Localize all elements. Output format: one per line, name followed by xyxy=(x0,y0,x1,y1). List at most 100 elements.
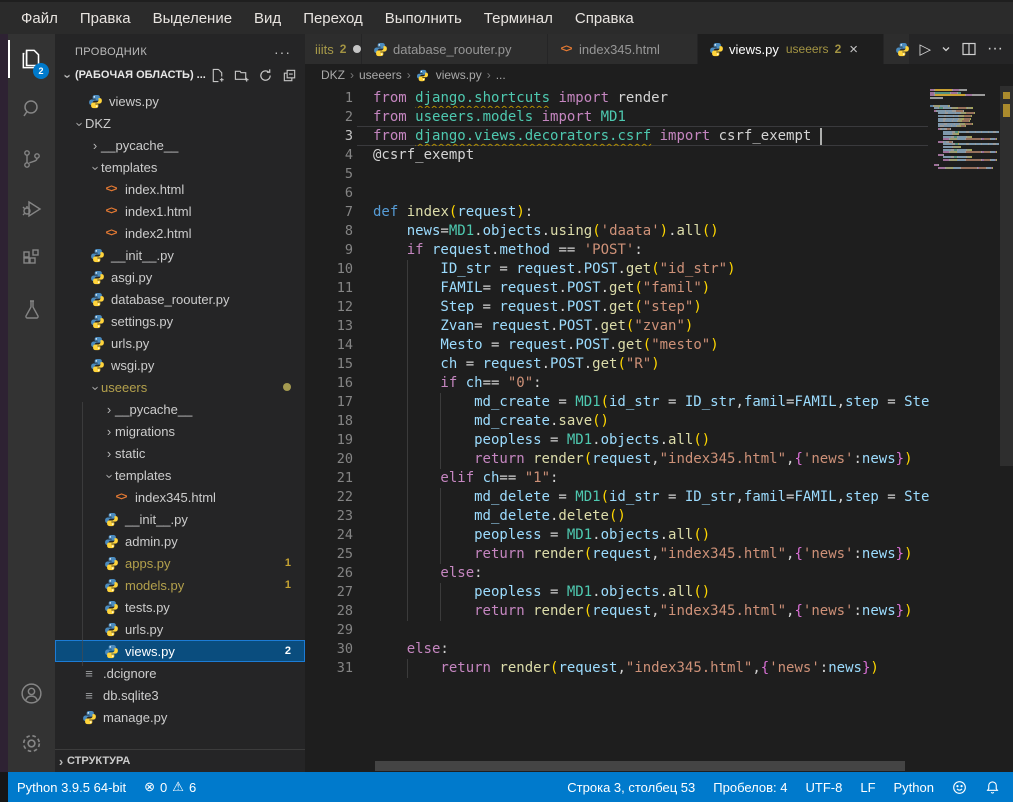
tree-item[interactable]: __init__.py xyxy=(55,244,305,266)
code-line[interactable]: 22 md_delete = MD1(id_str = ID_str,famil… xyxy=(305,488,930,507)
tree-item[interactable]: admin.py xyxy=(55,530,305,552)
code-line[interactable]: 5 xyxy=(305,165,930,184)
run-debug-icon[interactable] xyxy=(8,184,55,234)
tab-database_roouter.py[interactable]: database_roouter.py xyxy=(362,34,548,64)
sidebar-more-icon[interactable]: ··· xyxy=(274,44,291,60)
code-line[interactable]: 19 peopless = MD1.objects.all() xyxy=(305,431,930,450)
horizontal-scrollbar[interactable] xyxy=(375,761,905,771)
outline-section-header[interactable]: › СТРУКТУРА xyxy=(55,749,305,772)
problems-indicator[interactable]: ⊗ 0 ⚠ 6 xyxy=(135,779,205,795)
more-actions-icon[interactable]: ··· xyxy=(987,40,1003,58)
tab-views.py[interactable]: views.pyuseeers2× xyxy=(698,34,884,64)
settings-gear-icon[interactable] xyxy=(8,718,55,768)
menu-item-терминал[interactable]: Терминал xyxy=(473,6,564,31)
tree-item[interactable]: wsgi.py xyxy=(55,354,305,376)
tab-iiits[interactable]: iiits2 xyxy=(305,34,362,64)
breadcrumb-item[interactable]: ... xyxy=(496,68,506,82)
tree-item[interactable]: <>index.html xyxy=(55,178,305,200)
code-line[interactable]: 18 md_create.save() xyxy=(305,412,930,431)
code-line[interactable]: 28 return render(request,"index345.html"… xyxy=(305,602,930,621)
tab-index345.html[interactable]: <>index345.html xyxy=(548,34,698,64)
code-line[interactable]: 13 Zvan= request.POST.get("zvan") xyxy=(305,317,930,336)
tree-item[interactable]: <>index1.html xyxy=(55,200,305,222)
code-line[interactable]: 14 Mesto = request.POST.get("mesto") xyxy=(305,336,930,355)
code-line[interactable]: 30 else: xyxy=(305,640,930,659)
notifications-bell-icon[interactable] xyxy=(976,780,1013,795)
menu-item-правка[interactable]: Правка xyxy=(69,6,142,31)
collapse-folders-icon[interactable] xyxy=(282,68,297,83)
testing-icon[interactable] xyxy=(8,284,55,334)
code-area[interactable]: 1from django.shortcuts import render2fro… xyxy=(305,89,930,678)
tree-item[interactable]: ≡.dcignore xyxy=(55,662,305,684)
menu-item-выделение[interactable]: Выделение xyxy=(142,6,243,31)
extensions-icon[interactable] xyxy=(8,234,55,284)
breadcrumb-item[interactable]: useeers xyxy=(359,68,402,82)
code-line[interactable]: 12 Step = request.POST.get("step") xyxy=(305,298,930,317)
status-item[interactable]: LF xyxy=(851,780,884,795)
tree-folder[interactable]: ›DKZ xyxy=(55,112,305,134)
menu-item-файл[interactable]: Файл xyxy=(10,6,69,31)
overview-ruler[interactable] xyxy=(1000,86,1013,772)
split-editor-icon[interactable] xyxy=(961,41,977,57)
breadcrumb[interactable]: DKZ›useeers›views.py›... xyxy=(305,64,1013,86)
tree-item[interactable]: settings.py xyxy=(55,310,305,332)
code-line[interactable]: 9 if request.method == 'POST': xyxy=(305,241,930,260)
scrollbar-slider[interactable] xyxy=(1000,86,1013,466)
code-line[interactable]: 7def index(request): xyxy=(305,203,930,222)
workspace-section-header[interactable]: › (РАБОЧАЯ ОБЛАСТЬ) ... xyxy=(55,64,305,86)
tree-folder[interactable]: ›templates xyxy=(55,156,305,178)
code-editor[interactable]: 1from django.shortcuts import render2fro… xyxy=(305,86,1013,772)
feedback-icon[interactable] xyxy=(943,780,976,795)
code-line[interactable]: 3from django.views.decorators.csrf impor… xyxy=(305,127,930,146)
tree-item[interactable]: ≡db.sqlite3 xyxy=(55,684,305,706)
refresh-icon[interactable] xyxy=(258,68,273,83)
tree-item[interactable]: tests.py xyxy=(55,596,305,618)
close-icon[interactable]: × xyxy=(849,41,858,58)
code-line[interactable]: 8 news=MD1.objects.using('daata').all() xyxy=(305,222,930,241)
code-line[interactable]: 21 elif ch== "1": xyxy=(305,469,930,488)
tree-item[interactable]: <>index345.html xyxy=(55,486,305,508)
code-line[interactable]: 31 return render(request,"index345.html"… xyxy=(305,659,930,678)
tree-item[interactable]: manage.py xyxy=(55,706,305,728)
code-line[interactable]: 24 peopless = MD1.objects.all() xyxy=(305,526,930,545)
code-line[interactable]: 10 ID_str = request.POST.get("id_str") xyxy=(305,260,930,279)
new-file-icon[interactable] xyxy=(210,68,225,83)
tree-item[interactable]: views.py xyxy=(55,90,305,112)
minimap[interactable] xyxy=(930,89,1000,749)
status-item[interactable]: Python xyxy=(885,780,943,795)
code-line[interactable]: 20 return render(request,"index345.html"… xyxy=(305,450,930,469)
code-line[interactable]: 2from useeers.models import MD1 xyxy=(305,108,930,127)
code-line[interactable]: 15 ch = request.POST.get("R") xyxy=(305,355,930,374)
status-item[interactable]: UTF-8 xyxy=(797,780,852,795)
code-line[interactable]: 6 xyxy=(305,184,930,203)
tree-item[interactable]: urls.py xyxy=(55,618,305,640)
menu-item-справка[interactable]: Справка xyxy=(564,6,645,31)
tree-item[interactable]: models.py1 xyxy=(55,574,305,596)
tree-folder[interactable]: ›useeers xyxy=(55,376,305,398)
menu-item-выполнить[interactable]: Выполнить xyxy=(374,6,473,31)
tree-folder[interactable]: ›__pycache__ xyxy=(55,134,305,156)
tree-folder[interactable]: ›migrations xyxy=(55,420,305,442)
code-line[interactable]: 27 peopless = MD1.objects.all() xyxy=(305,583,930,602)
account-icon[interactable] xyxy=(8,668,55,718)
code-line[interactable]: 4@csrf_exempt xyxy=(305,146,930,165)
code-line[interactable]: 23 md_delete.delete() xyxy=(305,507,930,526)
source-control-icon[interactable] xyxy=(8,134,55,184)
tree-item[interactable]: __init__.py xyxy=(55,508,305,530)
run-dropdown-chevron-icon[interactable] xyxy=(941,44,951,54)
tree-folder[interactable]: ›__pycache__ xyxy=(55,398,305,420)
code-line[interactable]: 29 xyxy=(305,621,930,640)
tree-folder[interactable]: ›templates xyxy=(55,464,305,486)
code-line[interactable]: 1from django.shortcuts import render xyxy=(305,89,930,108)
search-icon[interactable] xyxy=(8,84,55,134)
status-item[interactable]: Пробелов: 4 xyxy=(704,780,796,795)
tree-item[interactable]: urls.py xyxy=(55,332,305,354)
menu-item-переход[interactable]: Переход xyxy=(292,6,374,31)
code-line[interactable]: 11 FAMIL= request.POST.get("famil") xyxy=(305,279,930,298)
code-line[interactable]: 17 md_create = MD1(id_str = ID_str,famil… xyxy=(305,393,930,412)
code-line[interactable]: 25 return render(request,"index345.html"… xyxy=(305,545,930,564)
python-interpreter[interactable]: Python 3.9.5 64-bit xyxy=(8,780,135,795)
tree-item[interactable]: database_roouter.py xyxy=(55,288,305,310)
tree-item[interactable]: asgi.py xyxy=(55,266,305,288)
tree-item[interactable]: apps.py1 xyxy=(55,552,305,574)
